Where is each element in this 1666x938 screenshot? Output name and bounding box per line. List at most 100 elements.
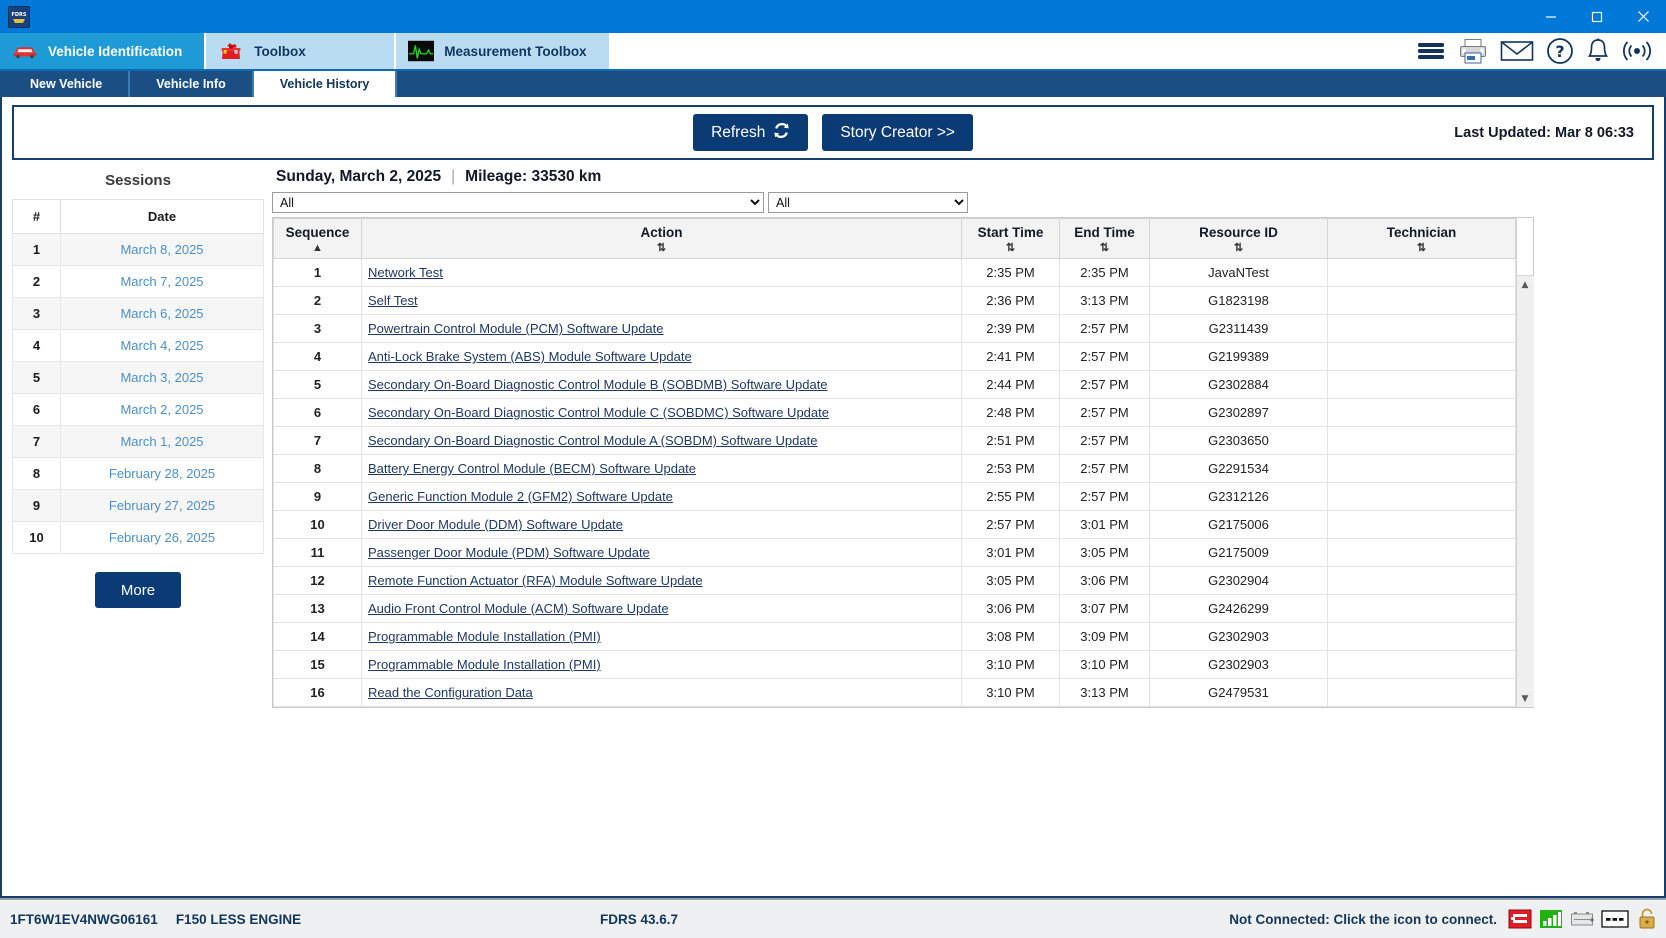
sort-ascending-icon[interactable]: ▲ (312, 243, 323, 254)
action-link[interactable]: Self Test (368, 293, 418, 308)
minimize-button[interactable] (1528, 0, 1574, 33)
sort-toggle-icon[interactable]: ⇅ (1006, 243, 1015, 254)
action-link[interactable]: Remote Function Actuator (RFA) Module So… (368, 573, 703, 588)
grid-row[interactable]: 7Secondary On-Board Diagnostic Control M… (274, 427, 1516, 455)
grid-header-technician[interactable]: Technician ⇅ (1328, 219, 1516, 259)
printer-icon[interactable] (1458, 38, 1488, 65)
subtab-new-vehicle[interactable]: New Vehicle (4, 71, 130, 97)
grid-vertical-scrollbar[interactable]: ▲ ▼ (1516, 218, 1533, 707)
action-link[interactable]: Secondary On-Board Diagnostic Control Mo… (368, 405, 829, 420)
action-link[interactable]: Audio Front Control Module (ACM) Softwar… (368, 601, 669, 616)
action-link[interactable]: Generic Function Module 2 (GFM2) Softwar… (368, 489, 673, 504)
session-date-link[interactable]: March 3, 2025 (61, 362, 264, 394)
session-row[interactable]: 9February 27, 2025 (13, 490, 264, 522)
action-link[interactable]: Secondary On-Board Diagnostic Control Mo… (368, 377, 828, 392)
session-number: 5 (13, 362, 61, 394)
cell-resource-id: G2291534 (1150, 455, 1328, 483)
grid-header-resource-id[interactable]: Resource ID ⇅ (1150, 219, 1328, 259)
notification-bell-icon[interactable] (1586, 37, 1610, 65)
grid-row[interactable]: 16Read the Configuration Data3:10 PM3:13… (274, 679, 1516, 707)
session-row[interactable]: 10February 26, 2025 (13, 522, 264, 554)
grid-row[interactable]: 15Programmable Module Installation (PMI)… (274, 651, 1516, 679)
signal-strength-icon[interactable] (1539, 908, 1563, 930)
grid-row[interactable]: 10Driver Door Module (DDM) Software Upda… (274, 511, 1516, 539)
grid-row[interactable]: 9Generic Function Module 2 (GFM2) Softwa… (274, 483, 1516, 511)
grid-row[interactable]: 12Remote Function Actuator (RFA) Module … (274, 567, 1516, 595)
action-link[interactable]: Battery Energy Control Module (BECM) Sof… (368, 461, 696, 476)
action-link[interactable]: Programmable Module Installation (PMI) (368, 657, 601, 672)
sort-toggle-icon[interactable]: ⇅ (1234, 243, 1243, 254)
cell-resource-id: G2302904 (1150, 567, 1328, 595)
grid-row[interactable]: 8Battery Energy Control Module (BECM) So… (274, 455, 1516, 483)
lock-icon[interactable] (1636, 907, 1658, 931)
session-date-link[interactable]: March 4, 2025 (61, 330, 264, 362)
action-link[interactable]: Network Test (368, 265, 443, 280)
grid-header-start-time[interactable]: Start Time ⇅ (962, 219, 1060, 259)
grid-row[interactable]: 1Network Test2:35 PM2:35 PMJavaNTest (274, 259, 1516, 287)
session-row[interactable]: 1March 8, 2025 (13, 234, 264, 266)
help-icon[interactable]: ? (1546, 37, 1574, 65)
cell-technician (1328, 511, 1516, 539)
session-row[interactable]: 5March 3, 2025 (13, 362, 264, 394)
broadcast-icon[interactable] (1622, 38, 1652, 64)
session-row[interactable]: 7March 1, 2025 (13, 426, 264, 458)
session-date-link[interactable]: March 1, 2025 (61, 426, 264, 458)
tab-vehicle-identification[interactable]: Vehicle Identification (0, 33, 206, 69)
toolbox-icon (218, 40, 244, 62)
session-row[interactable]: 8February 28, 2025 (13, 458, 264, 490)
filter-secondary-select[interactable]: All (768, 192, 968, 213)
session-date-link[interactable]: March 2, 2025 (61, 394, 264, 426)
action-link[interactable]: Powertrain Control Module (PCM) Software… (368, 321, 664, 336)
refresh-button[interactable]: Refresh (693, 114, 808, 151)
session-date-link[interactable]: March 8, 2025 (61, 234, 264, 266)
grid-header-action[interactable]: Action ⇅ (362, 219, 962, 259)
sort-toggle-icon[interactable]: ⇅ (1417, 243, 1426, 254)
action-link[interactable]: Anti-Lock Brake System (ABS) Module Soft… (368, 349, 692, 364)
close-button[interactable] (1620, 0, 1666, 33)
scroll-up-button[interactable]: ▲ (1517, 276, 1534, 293)
story-creator-button[interactable]: Story Creator >> (822, 114, 973, 151)
tab-toolbox[interactable]: Toolbox (206, 33, 396, 69)
action-link[interactable]: Passenger Door Module (PDM) Software Upd… (368, 545, 650, 560)
session-date-link[interactable]: March 6, 2025 (61, 298, 264, 330)
session-row[interactable]: 6March 2, 2025 (13, 394, 264, 426)
grid-row[interactable]: 14Programmable Module Installation (PMI)… (274, 623, 1516, 651)
grid-row[interactable]: 13Audio Front Control Module (ACM) Softw… (274, 595, 1516, 623)
vcm-device-icon[interactable] (1508, 908, 1532, 930)
grid-row[interactable]: 11Passenger Door Module (PDM) Software U… (274, 539, 1516, 567)
session-row[interactable]: 3March 6, 2025 (13, 298, 264, 330)
action-link[interactable]: Driver Door Module (DDM) Software Update (368, 517, 623, 532)
maximize-button[interactable] (1574, 0, 1620, 33)
grid-row[interactable]: 3Powertrain Control Module (PCM) Softwar… (274, 315, 1516, 343)
action-link[interactable]: Read the Configuration Data (368, 685, 533, 700)
sort-toggle-icon[interactable]: ⇅ (657, 243, 666, 254)
tab-label: Vehicle Identification (48, 44, 182, 59)
more-button[interactable]: More (95, 572, 181, 608)
session-date-link[interactable]: February 28, 2025 (61, 458, 264, 490)
tab-measurement-toolbox[interactable]: Measurement Toolbox (396, 33, 610, 69)
sort-toggle-icon[interactable]: ⇅ (1100, 243, 1109, 254)
action-link[interactable]: Programmable Module Installation (PMI) (368, 629, 601, 644)
session-date-link[interactable]: March 7, 2025 (61, 266, 264, 298)
mail-icon[interactable] (1500, 39, 1534, 63)
history-grid-wrapper: Sequence ▲ Action ⇅ (272, 217, 1534, 708)
subtab-vehicle-history[interactable]: Vehicle History (254, 71, 398, 97)
scroll-down-button[interactable]: ▼ (1517, 690, 1534, 707)
action-link[interactable]: Secondary On-Board Diagnostic Control Mo… (368, 433, 817, 448)
scrollbar-track[interactable] (1517, 293, 1534, 690)
grid-row[interactable]: 2Self Test2:36 PM3:13 PMG1823198 (274, 287, 1516, 315)
dashes-icon[interactable] (1601, 909, 1629, 929)
session-row[interactable]: 2March 7, 2025 (13, 266, 264, 298)
battery-icon[interactable]: + (1570, 909, 1594, 929)
session-date-link[interactable]: February 27, 2025 (61, 490, 264, 522)
grid-row[interactable]: 4Anti-Lock Brake System (ABS) Module Sof… (274, 343, 1516, 371)
hamburger-menu-icon[interactable] (1416, 39, 1446, 63)
subtab-vehicle-info[interactable]: Vehicle Info (130, 71, 253, 97)
grid-row[interactable]: 5Secondary On-Board Diagnostic Control M… (274, 371, 1516, 399)
grid-row[interactable]: 6Secondary On-Board Diagnostic Control M… (274, 399, 1516, 427)
filter-action-select[interactable]: All (272, 192, 764, 213)
grid-header-end-time[interactable]: End Time ⇅ (1060, 219, 1150, 259)
grid-header-sequence[interactable]: Sequence ▲ (274, 219, 362, 259)
session-row[interactable]: 4March 4, 2025 (13, 330, 264, 362)
session-date-link[interactable]: February 26, 2025 (61, 522, 264, 554)
